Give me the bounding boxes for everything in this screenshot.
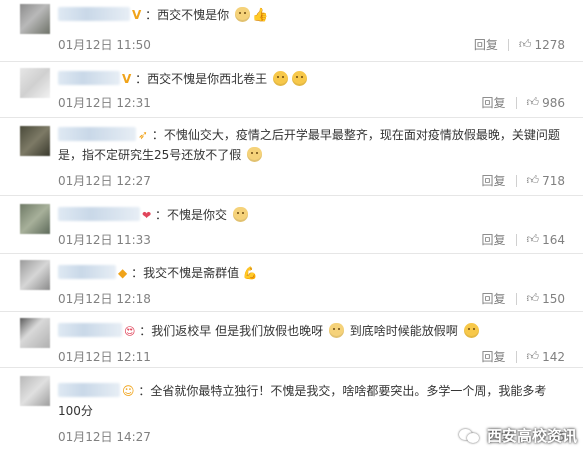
comment-line: ➶ ：不愧仙交大，疫情之后开学最早最整齐，现在面对疫情放假最晚，关键问题: [58, 126, 563, 145]
comment-line: ◆ ：我交不愧是斋群值 💪: [58, 264, 563, 283]
comment-actions: 回复 👍︎ 150: [482, 290, 565, 307]
watermark-text: 西安高校资讯: [486, 427, 577, 445]
divider: [515, 233, 517, 246]
thumbs-up-icon[interactable]: 👍︎: [519, 37, 532, 52]
thumbs-up-icon[interactable]: 👍︎: [527, 95, 540, 110]
comment-item: 😍 ：我们返校早 但是我们放假也晚呀 到底啥时候能放假啊 01月12日 12:1…: [0, 312, 583, 368]
thumbs-up-icon[interactable]: 👍︎: [527, 173, 540, 188]
comment-date: 01月12日 12:11: [58, 350, 151, 364]
dizzy-emoji-icon: [463, 323, 479, 338]
comment-text: ：我交不愧是斋群值: [131, 266, 240, 280]
reply-button[interactable]: 回复: [482, 94, 516, 111]
avatar[interactable]: [20, 260, 50, 290]
comment-text: ：我们返校早 但是我们放假也晚呀: [139, 324, 324, 338]
comment-actions: 回复 👍︎ 718: [482, 172, 565, 189]
comment-item: V ：西交不愧是你西北卷王 01月12日 12:31 回复 👍︎ 986: [0, 62, 583, 118]
divider: [515, 350, 517, 363]
username[interactable]: [58, 323, 122, 337]
reply-button[interactable]: 回复: [482, 348, 516, 365]
comment-date: 01月12日 12:18: [58, 292, 151, 306]
username[interactable]: [58, 265, 116, 279]
like-count[interactable]: 164: [542, 233, 565, 247]
comment-date: 01月12日 11:50: [58, 38, 151, 52]
comment-item: ❤ ：不愧是你交 01月12日 11:33 回复 👍︎ 164: [0, 196, 583, 254]
thumbs-up-icon[interactable]: 👍︎: [527, 291, 540, 306]
comment-date: 01月12日 12:27: [58, 174, 151, 188]
heart-eyes-badge-icon: 😍: [124, 325, 136, 338]
comment-item: ◆ ：我交不愧是斋群值 💪 01月12日 12:18 回复 👍︎ 150: [0, 254, 583, 312]
rocket-badge-icon: ➶: [138, 128, 149, 142]
comment-line: V ：西交不愧是你西北卷王: [58, 70, 563, 89]
grin-emoji-icon: [291, 71, 307, 86]
comment-date: 01月12日 12:31: [58, 96, 151, 110]
verified-icon: V: [122, 72, 132, 86]
comment-text: ：不愧是你交: [155, 208, 228, 222]
thumbs-up-icon[interactable]: 👍︎: [527, 349, 540, 364]
cat-emoji-icon: [247, 147, 263, 162]
username[interactable]: [58, 383, 120, 397]
comment-actions: 回复 👍︎ 1278: [474, 36, 565, 53]
thumbs-up-emoji-icon: 👍: [251, 8, 269, 23]
heart-badge-icon: ❤: [142, 209, 152, 222]
username[interactable]: [58, 7, 130, 21]
thumbs-up-icon[interactable]: 👍︎: [527, 232, 540, 247]
username[interactable]: [58, 127, 136, 141]
divider: [515, 292, 517, 305]
wechat-logo-icon: [458, 427, 481, 445]
comment-item: V ：西交不愧是你 👍 01月12日 11:50 回复 👍︎ 1278: [0, 0, 583, 62]
avatar[interactable]: [20, 318, 50, 348]
comment-date: 01月12日 14:27: [58, 430, 151, 444]
comment-item: ➶ ：不愧仙交大，疫情之后开学最早最整齐，现在面对疫情放假最晚，关键问题 是，指…: [0, 118, 583, 196]
avatar[interactable]: [20, 4, 50, 34]
comment-text-continued: 是，指不定研究生25号还放不了假: [58, 148, 242, 162]
comment-line: ❤ ：不愧是你交: [58, 206, 563, 225]
cat-emoji-icon: [232, 207, 248, 222]
verified-icon: V: [132, 8, 142, 22]
like-count[interactable]: 142: [542, 350, 565, 364]
avatar[interactable]: [20, 68, 50, 98]
username[interactable]: [58, 71, 120, 85]
divider: [515, 174, 517, 187]
comment-line: ☺ ：全省就你最特立独行！不愧是我交，啥啥都要突出。多学一个周，我能多考: [58, 382, 563, 401]
like-count[interactable]: 1278: [534, 38, 565, 52]
comment-line: 😍 ：我们返校早 但是我们放假也晚呀 到底啥时候能放假啊: [58, 322, 563, 341]
cat-badge-icon: ☺: [122, 384, 135, 398]
comment-actions: 回复 👍︎ 986: [482, 94, 565, 111]
reply-button[interactable]: 回复: [482, 290, 516, 307]
divider: [507, 38, 509, 51]
cat-emoji-icon: [234, 7, 250, 22]
comment-text: ：不愧仙交大，疫情之后开学最早最整齐，现在面对疫情放假最晚，关键问题: [151, 128, 560, 142]
like-count[interactable]: 986: [542, 96, 565, 110]
comment-line: V ：西交不愧是你 👍: [58, 6, 563, 25]
like-count[interactable]: 718: [542, 174, 565, 188]
comment-text: ：全省就你最特立独行！不愧是我交，啥啥都要突出。多学一个周，我能多考: [138, 384, 547, 398]
username[interactable]: [58, 207, 140, 221]
divider: [515, 96, 517, 109]
like-count[interactable]: 150: [542, 292, 565, 306]
avatar[interactable]: [20, 204, 50, 234]
watermark: 西安高校资讯: [458, 425, 577, 446]
comment-text-continued: 到底啥时候能放假啊: [349, 324, 458, 338]
cat-emoji-icon: [328, 323, 344, 338]
badge-icon: ◆: [118, 266, 128, 280]
comment-actions: 回复 👍︎ 164: [482, 231, 565, 248]
comment-text: ：西交不愧是你西北卷王: [135, 72, 268, 86]
comment-line-2: 是，指不定研究生25号还放不了假: [58, 146, 563, 165]
comment-date: 01月12日 11:33: [58, 233, 151, 247]
comment-text: ：西交不愧是你: [145, 8, 230, 22]
flex-arm-emoji-icon: 💪: [242, 266, 258, 280]
comment-actions: 回复 👍︎ 142: [482, 348, 565, 365]
comment-line-2: 100分: [58, 402, 563, 421]
comment-text-continued: 100分: [58, 404, 93, 418]
avatar[interactable]: [20, 376, 50, 406]
avatar[interactable]: [20, 126, 50, 156]
reply-button[interactable]: 回复: [482, 231, 516, 248]
reply-button[interactable]: 回复: [482, 172, 516, 189]
grin-emoji-icon: [272, 71, 288, 86]
reply-button[interactable]: 回复: [474, 36, 508, 53]
